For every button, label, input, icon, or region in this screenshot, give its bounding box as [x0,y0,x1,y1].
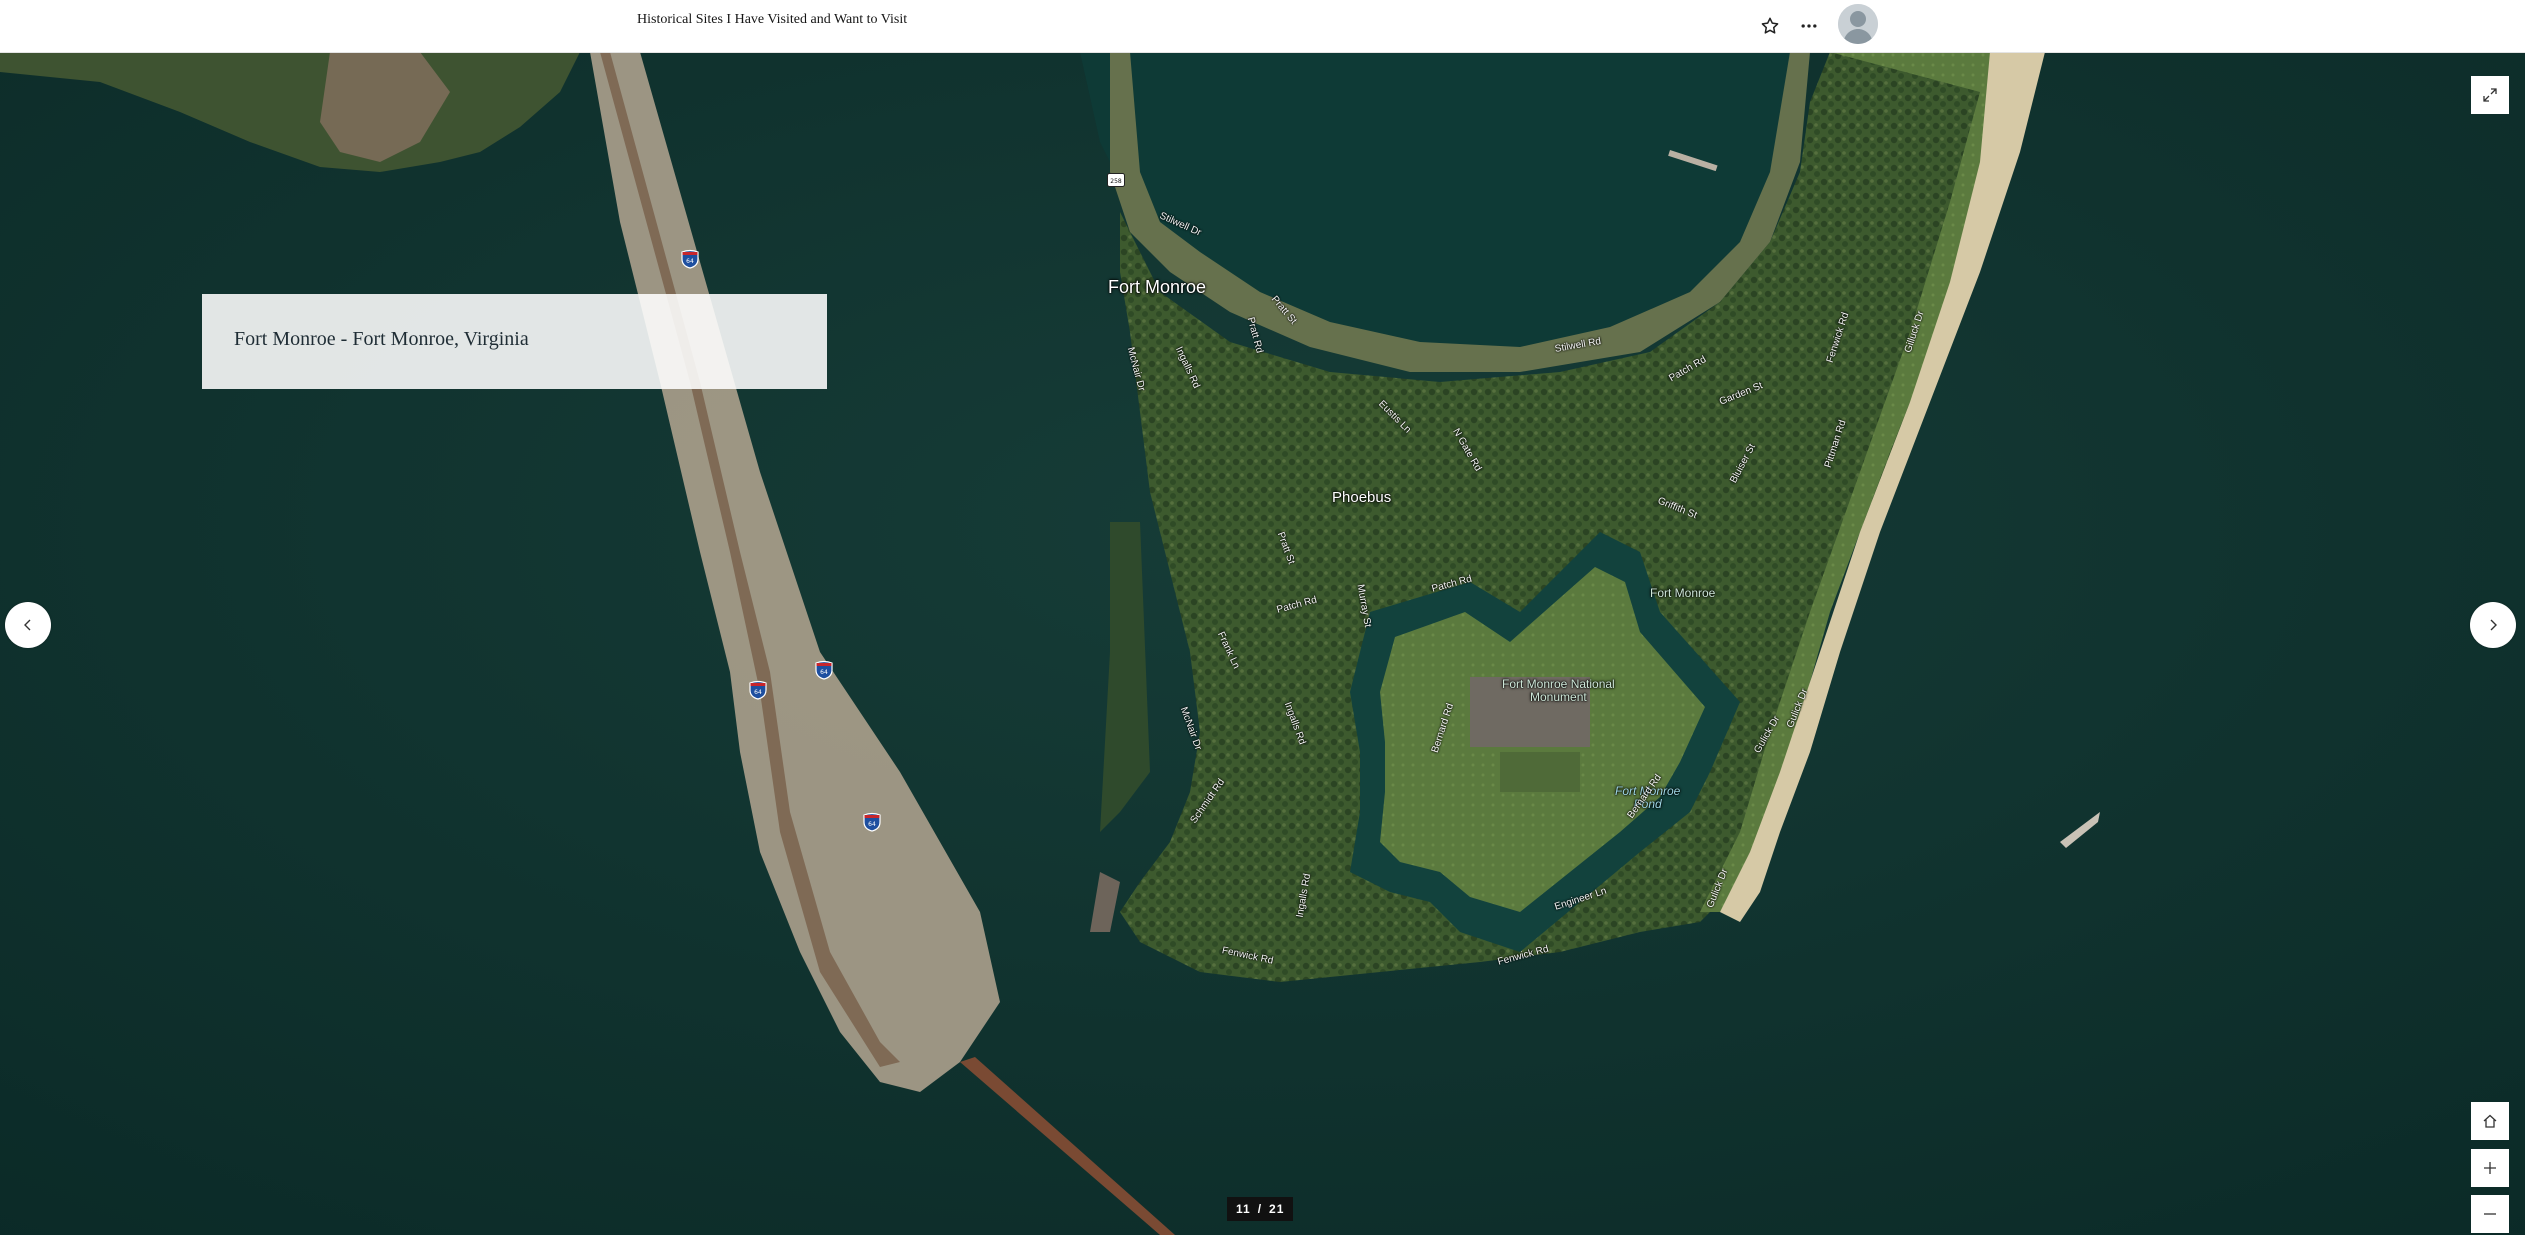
favorite-button[interactable] [1752,8,1788,44]
star-icon [1761,17,1779,34]
user-avatar-icon [1838,4,1878,44]
slide-counter: 11 / 21 [1227,1197,1294,1221]
map-label-neighborhood: Phoebus [1332,489,1392,506]
svg-text:64: 64 [686,258,694,265]
svg-text:258: 258 [1110,178,1122,185]
svg-text:64: 64 [754,689,762,696]
more-options-button[interactable] [1791,8,1827,44]
default-extent-button[interactable] [2471,1102,2509,1140]
story-header: Historical Sites I Have Visited and Want… [0,0,2525,53]
map-label-monument: Fort Monroe National Monument [1502,678,1615,704]
state-route-shield-icon: 258 [1107,173,1125,187]
home-icon [2483,1114,2497,1128]
zoom-in-button[interactable] [2471,1149,2509,1187]
slide-total: 21 [1269,1202,1285,1216]
map-view[interactable]: 64 64 64 64 258 Fort Monroe Phoebus Fort… [0,52,2525,1235]
satellite-imagery [0,52,2525,1235]
map-label-city: Fort Monroe [1108,277,1207,297]
svg-text:64: 64 [868,821,876,828]
expand-button[interactable] [2471,76,2509,114]
map-label-fort: Fort Monroe [1650,586,1716,600]
slide-caption: Fort Monroe - Fort Monroe, Virginia [234,328,529,350]
zoom-out-button[interactable] [2471,1195,2509,1233]
svg-text:64: 64 [820,669,828,676]
slide-current: 11 [1236,1202,1251,1216]
chevron-right-icon [2490,619,2497,631]
story-title: Historical Sites I Have Visited and Want… [637,12,908,27]
previous-slide-button[interactable] [5,602,51,648]
plus-icon [2484,1162,2496,1174]
interstate-shield-icon: 64 [749,680,767,700]
more-horizontal-icon [1801,24,1817,28]
next-slide-button[interactable] [2470,602,2516,648]
interstate-shield-icon: 64 [815,660,833,680]
interstate-shield-icon: 64 [681,249,699,269]
slide-separator: / [1257,1202,1263,1216]
expand-icon [2483,88,2497,102]
chevron-left-icon [24,619,31,631]
user-avatar[interactable] [1838,4,1878,44]
minus-icon [2484,1213,2496,1215]
monument-line-2: Monument [1530,690,1587,704]
slide-caption-card: Fort Monroe - Fort Monroe, Virginia [202,294,827,389]
interstate-shield-icon: 64 [863,812,881,832]
